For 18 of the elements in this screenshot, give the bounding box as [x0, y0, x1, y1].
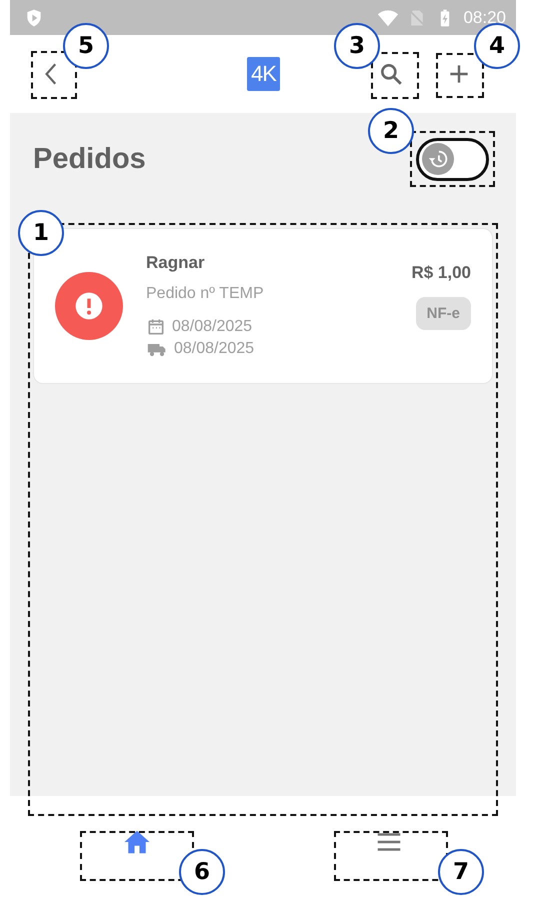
page-title: Pedidos: [33, 142, 146, 176]
history-toggle[interactable]: [416, 138, 489, 180]
customer-name: Ragnar: [146, 252, 205, 272]
callout-number: 6: [179, 849, 225, 895]
app-logo: 4K: [247, 57, 280, 91]
search-icon: [378, 61, 404, 87]
invoice-tag: NF-e: [416, 296, 471, 330]
callout-number: 7: [438, 849, 484, 895]
created-date: 08/08/2025: [172, 316, 252, 336]
exclamation-icon: [73, 290, 105, 322]
order-number: Pedido nº TEMP: [146, 284, 264, 302]
delivery-date: 08/08/2025: [174, 338, 254, 358]
order-price: R$ 1,00: [411, 262, 471, 282]
callout-number: 3: [334, 23, 380, 69]
calendar-icon: [146, 316, 166, 336]
history-icon: [427, 148, 449, 170]
callout-number: 5: [63, 23, 109, 69]
callout-number: 4: [474, 23, 520, 69]
